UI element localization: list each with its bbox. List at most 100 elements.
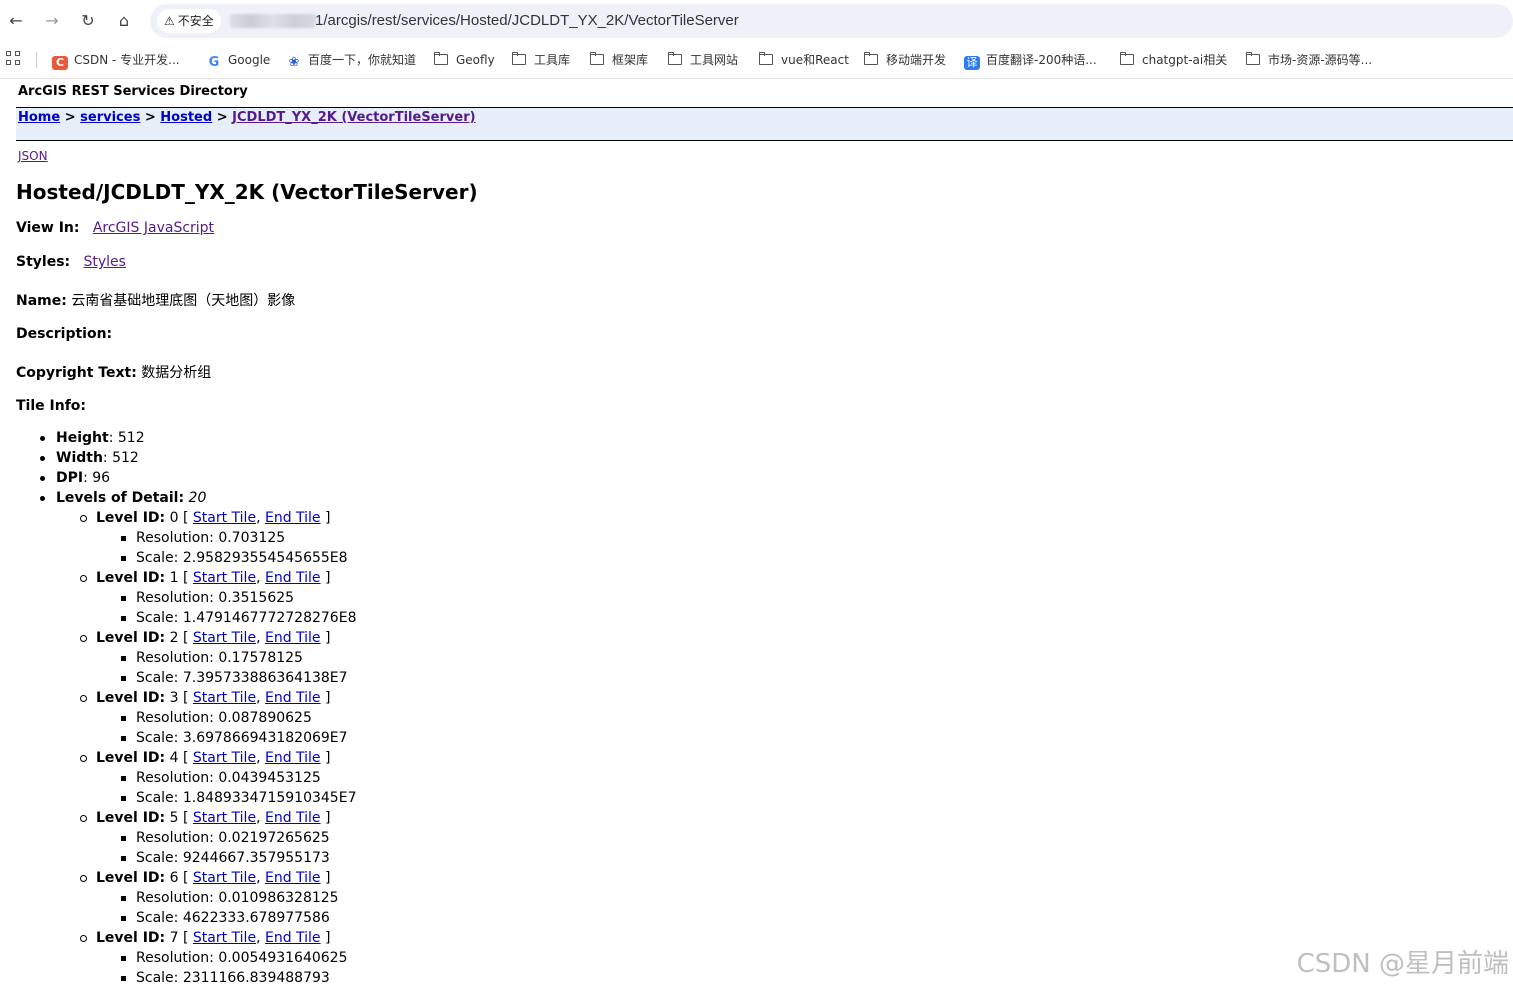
lod-label: Levels of Detail:	[56, 490, 185, 506]
start-tile-link[interactable]: Start Tile	[193, 870, 256, 886]
bookmark-label: 工具网站	[690, 53, 739, 67]
dpi-value: 96	[92, 470, 111, 486]
end-tile-link[interactable]: End Tile	[265, 930, 321, 946]
apps-grid-icon[interactable]	[6, 51, 22, 67]
resolution-item: Resolution: 0.0054931640625	[0, 948, 356, 968]
bookmark-item[interactable]: 工具网站	[668, 50, 738, 70]
bookmark-item[interactable]: Geofly	[434, 50, 495, 70]
level-id-label: Level ID:	[96, 630, 166, 646]
start-tile-link[interactable]: Start Tile	[193, 630, 256, 646]
level-item: Level ID: 3 [ Start Tile, End Tile ]	[0, 688, 356, 708]
scale-label: Scale:	[136, 970, 179, 986]
scale-label: Scale:	[136, 790, 179, 806]
bookmark-item[interactable]: 译百度翻译-200种语...	[964, 50, 1097, 70]
redacted-host	[230, 14, 316, 28]
resolution-item: Resolution: 0.703125	[0, 528, 356, 548]
bookmark-label: 框架库	[612, 53, 649, 67]
resolution-label: Resolution:	[136, 950, 214, 966]
scale-item: Scale: 1.4791467772728276E8	[0, 608, 356, 628]
width-label: Width	[56, 450, 103, 466]
folder-icon	[512, 52, 528, 66]
folder-icon	[1246, 52, 1262, 66]
end-tile-link[interactable]: End Tile	[265, 510, 321, 526]
bookmark-item[interactable]: 框架库	[590, 50, 648, 70]
security-chip[interactable]: ⚠ 不安全	[157, 9, 221, 33]
bookmark-item[interactable]: 移动端开发	[864, 50, 946, 70]
bookmark-item[interactable]: chatgpt-ai相关	[1120, 50, 1227, 70]
bookmark-item[interactable]: G Google	[206, 50, 271, 70]
bookmark-item[interactable]: 市场-资源-源码等...	[1246, 50, 1372, 70]
tile-info-row: Tile Info:	[16, 398, 86, 414]
end-tile-link[interactable]: End Tile	[265, 690, 321, 706]
scale-label: Scale:	[136, 670, 179, 686]
watermark: CSDN @星月前端	[1296, 949, 1509, 979]
url-input[interactable]: ⚠ 不安全 1/arcgis/rest/services/Hosted/JCDLD…	[150, 4, 1513, 38]
back-arrow-icon[interactable]: ←	[6, 11, 26, 31]
level-id-label: Level ID:	[96, 810, 166, 826]
breadcrumb-current[interactable]: JCDLDT_YX_2K (VectorTileServer)	[232, 110, 475, 125]
google-icon: G	[208, 55, 220, 70]
breadcrumb-home[interactable]: Home	[18, 110, 60, 125]
forward-arrow-icon[interactable]: →	[42, 11, 62, 31]
folder-icon	[759, 52, 775, 66]
breadcrumb-separator: >	[216, 110, 228, 125]
scale-value: 2.958293554545655E8	[182, 550, 348, 566]
bookmark-label: Google	[228, 53, 271, 67]
bookmark-item[interactable]: vue和React	[759, 50, 849, 70]
resolution-value: 0.0054931640625	[218, 950, 348, 966]
scale-value: 7.395733886364138E7	[182, 670, 348, 686]
start-tile-link[interactable]: Start Tile	[193, 810, 256, 826]
breadcrumb-hosted[interactable]: Hosted	[160, 110, 212, 125]
resolution-value: 0.0439453125	[218, 770, 321, 786]
level-id-value: 7	[169, 930, 179, 946]
start-tile-link[interactable]: Start Tile	[193, 690, 256, 706]
json-link[interactable]: JSON	[18, 149, 48, 163]
breadcrumb-services[interactable]: services	[80, 110, 140, 125]
bookmark-item[interactable]: 工具库	[512, 50, 570, 70]
level-item: Level ID: 1 [ Start Tile, End Tile ]	[0, 568, 356, 588]
level-item: Level ID: 7 [ Start Tile, End Tile ]	[0, 928, 356, 948]
levels-list: Level ID: 0 [ Start Tile, End Tile ] Reso…	[0, 508, 356, 988]
resolution-label: Resolution:	[136, 830, 214, 846]
end-tile-link[interactable]: End Tile	[265, 570, 321, 586]
list-item-lod: Levels of Detail: 20	[0, 488, 356, 508]
folder-icon	[1120, 52, 1136, 66]
bookmarks-divider	[36, 52, 37, 68]
level-id-label: Level ID:	[96, 690, 166, 706]
height-label: Height	[56, 430, 109, 446]
styles-link[interactable]: Styles	[84, 254, 126, 270]
level-id-value: 2	[169, 630, 179, 646]
scale-label: Scale:	[136, 910, 179, 926]
bookmark-item[interactable]: C CSDN - 专业开发...	[52, 50, 180, 70]
bookmark-item[interactable]: ❀ 百度一下，你就知道	[286, 50, 416, 70]
reload-icon[interactable]: ↻	[78, 11, 98, 31]
scale-label: Scale:	[136, 610, 179, 626]
resolution-label: Resolution:	[136, 710, 214, 726]
end-tile-link[interactable]: End Tile	[265, 870, 321, 886]
start-tile-link[interactable]: Start Tile	[193, 930, 256, 946]
folder-icon	[668, 52, 684, 66]
scale-item: Scale: 4622333.678977586	[0, 908, 356, 928]
bookmark-label: 移动端开发	[886, 53, 947, 67]
folder-icon	[590, 52, 606, 66]
arcgis-javascript-link[interactable]: ArcGIS JavaScript	[93, 220, 214, 236]
resolution-value: 0.087890625	[218, 710, 312, 726]
level-item: Level ID: 6 [ Start Tile, End Tile ]	[0, 868, 356, 888]
end-tile-link[interactable]: End Tile	[265, 750, 321, 766]
start-tile-link[interactable]: Start Tile	[193, 510, 256, 526]
end-tile-link[interactable]: End Tile	[265, 810, 321, 826]
start-tile-link[interactable]: Start Tile	[193, 570, 256, 586]
end-tile-link[interactable]: End Tile	[265, 630, 321, 646]
home-icon[interactable]: ⌂	[114, 11, 134, 31]
bookmarks-bar: C CSDN - 专业开发... G Google ❀ 百度一下，你就知道 Geofly 工具…	[0, 42, 1513, 79]
resolution-value: 0.3515625	[218, 590, 295, 606]
dpi-label: DPI	[56, 470, 84, 486]
start-tile-link[interactable]: Start Tile	[193, 750, 256, 766]
description-label: Description:	[16, 326, 113, 342]
level-id-label: Level ID:	[96, 570, 166, 586]
name-row: Name: 云南省基础地理底图（天地图）影像	[16, 290, 295, 310]
resolution-item: Resolution: 0.17578125	[0, 648, 356, 668]
scale-label: Scale:	[136, 850, 179, 866]
resolution-item: Resolution: 0.3515625	[0, 588, 356, 608]
scale-value: 1.4791467772728276E8	[182, 610, 357, 626]
